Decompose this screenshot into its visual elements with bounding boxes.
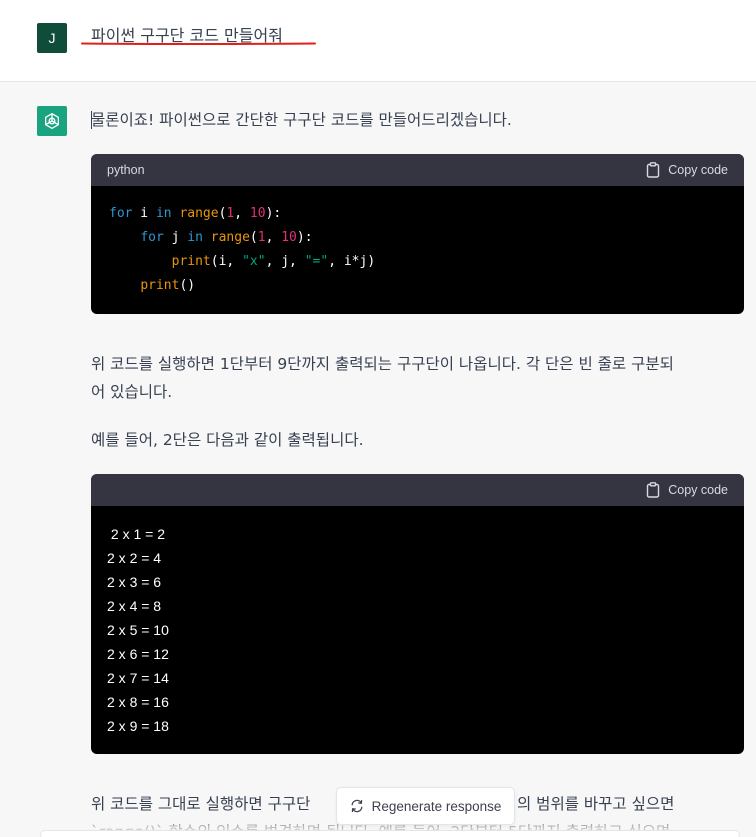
copy-code-button[interactable]: Copy code (646, 482, 728, 498)
clipboard-icon (647, 482, 660, 498)
output-line: 2 x 7 = 14 (107, 670, 169, 686)
explanation-line-1: 위 코드를 실행하면 1단부터 9단까지 출력되는 구구단이 나옵니다. 각 단… (91, 355, 674, 373)
openai-logo-icon (45, 113, 59, 129)
output-line: 2 x 9 = 18 (107, 718, 169, 734)
trailing-text-left: 위 코드를 그대로 실행하면 구구단 (91, 795, 311, 813)
user-message-row: J 파이썬 구구단 코드 만들어줘 (0, 0, 756, 82)
code-block-header: Copy code (91, 474, 744, 506)
trailing-text-right: 의 범위를 바꾸고 싶으면 (517, 795, 675, 813)
red-underline-annotation (81, 42, 316, 45)
code-block-output: Copy code 2 x 1 = 2 2 x 2 = 4 2 x 3 = 6 … (91, 474, 744, 754)
clipboard-icon (647, 162, 660, 178)
output-line: 2 x 3 = 6 (107, 574, 162, 590)
code-language-label: python (107, 163, 145, 177)
output-line: 2 x 2 = 4 (107, 550, 162, 566)
output-line: 2 x 8 = 16 (107, 694, 169, 710)
output-body: 2 x 1 = 2 2 x 2 = 4 2 x 3 = 6 2 x 4 = 8 … (91, 506, 744, 754)
refresh-icon (351, 799, 363, 813)
user-avatar: J (37, 23, 67, 53)
output-line: 2 x 4 = 8 (107, 598, 162, 614)
copy-code-label: Copy code (668, 163, 728, 177)
output-line: 2 x 1 = 2 (107, 526, 165, 542)
code-block-body: for i in range(1, 10): for j in range(1,… (91, 186, 744, 314)
code-block-header: python Copy code (91, 154, 744, 186)
explanation-line-2: 어 있습니다. (91, 383, 173, 401)
regenerate-response-button[interactable]: Regenerate response (336, 787, 515, 825)
assistant-avatar (37, 106, 67, 136)
message-input-edge[interactable] (40, 830, 740, 837)
code-line: for i in range(1, 10): (109, 206, 282, 221)
code-line: for j in range(1, 10): (140, 230, 313, 245)
regenerate-label: Regenerate response (371, 798, 502, 814)
copy-code-button[interactable]: Copy code (646, 162, 728, 178)
example-intro-text: 예를 들어, 2단은 다음과 같이 출력됩니다. (91, 431, 364, 449)
copy-code-label: Copy code (668, 483, 728, 497)
assistant-intro-text: 물론이죠! 파이썬으로 간단한 구구단 코드를 만들어드리겠습니다. (91, 111, 512, 129)
code-line: print(i, "x", j, "=", i*j) (171, 254, 376, 269)
output-line: 2 x 6 = 12 (107, 646, 169, 662)
code-line: print() (140, 278, 196, 293)
output-line: 2 x 5 = 10 (107, 622, 169, 638)
code-block-python: python Copy code for i in range(1, 10): … (91, 154, 744, 314)
